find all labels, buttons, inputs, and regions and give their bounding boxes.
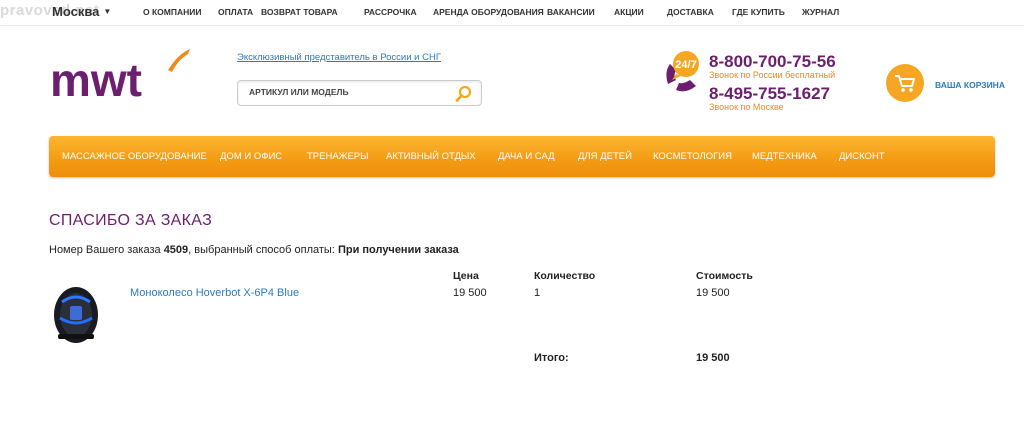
payment-method: При получении заказа bbox=[337, 244, 459, 256]
order-number: 4509 bbox=[163, 244, 189, 256]
nav-item-discount[interactable]: ДИСКОНТ bbox=[839, 151, 885, 162]
topnav-link-return[interactable]: ВОЗВРАТ ТОВАРА bbox=[261, 7, 338, 17]
nav-item-medtech[interactable]: МЕДТЕХНИКА bbox=[752, 151, 817, 162]
topnav-link-about[interactable]: О КОМПАНИИ bbox=[143, 7, 201, 17]
phone-moscow[interactable]: 8-495-755-1627 bbox=[709, 84, 830, 104]
topnav-link-rent[interactable]: АРЕНДА ОБОРУДОВАНИЯ bbox=[433, 7, 544, 17]
product-qty: 1 bbox=[534, 287, 541, 299]
topnav-link-payment[interactable]: ОПЛАТА bbox=[218, 7, 253, 17]
top-bar: pravoved.net Москва ▼ О КОМПАНИИ ОПЛАТА В… bbox=[0, 0, 1024, 26]
order-info-middle: , выбранный способ оплаты: bbox=[188, 244, 338, 256]
topnav-link-vacancies[interactable]: ВАКАНСИИ bbox=[547, 7, 595, 17]
product-link[interactable]: Моноколесо Hoverbot X-6P4 Blue bbox=[130, 287, 299, 299]
product-cost: 19 500 bbox=[696, 287, 730, 299]
city-selector[interactable]: Москва ▼ bbox=[52, 4, 111, 19]
nav-item-active-rest[interactable]: АКТИВНЫЙ ОТДЫХ bbox=[386, 151, 476, 162]
phone-russia-note: Звонок по России бесплатный bbox=[709, 70, 836, 80]
search-box bbox=[237, 80, 482, 106]
city-label: Москва bbox=[52, 4, 100, 19]
cart-button[interactable] bbox=[886, 64, 924, 102]
column-header-cost: Стоимость bbox=[696, 270, 753, 282]
nav-item-trainers[interactable]: ТРЕНАЖЕРЫ bbox=[307, 151, 369, 162]
nav-item-massage[interactable]: МАССАЖНОЕ ОБОРУДОВАНИЕ bbox=[62, 151, 207, 162]
phone-russia[interactable]: 8-800-700-75-56 bbox=[709, 52, 836, 72]
product-price: 19 500 bbox=[453, 287, 487, 299]
cart-icon bbox=[895, 75, 915, 92]
topnav-link-installment[interactable]: РАССРОЧКА bbox=[364, 7, 417, 17]
chevron-down-icon: ▼ bbox=[103, 7, 112, 16]
order-info-prefix: Номер Вашего заказа bbox=[49, 244, 164, 256]
phone-moscow-note: Звонок по Москве bbox=[709, 102, 784, 112]
column-header-price: Цена bbox=[453, 270, 479, 282]
page-title: СПАСИБО ЗА ЗАКАЗ bbox=[49, 212, 213, 229]
logo-text: mwt bbox=[50, 54, 142, 104]
topnav-link-promo[interactable]: АКЦИИ bbox=[614, 7, 644, 17]
topnav-link-delivery[interactable]: ДОСТАВКА bbox=[667, 7, 714, 17]
topnav-link-where-to-buy[interactable]: ГДЕ КУПИТЬ bbox=[732, 7, 785, 17]
total-value: 19 500 bbox=[696, 352, 730, 364]
badge-text: 24/7 bbox=[675, 59, 696, 71]
nav-item-dacha[interactable]: ДАЧА И САД bbox=[498, 151, 555, 162]
phone-24-7-icon: 24/7 bbox=[666, 51, 699, 92]
nav-item-kids[interactable]: ДЛЯ ДЕТЕЙ bbox=[578, 151, 632, 162]
main-nav: МАССАЖНОЕ ОБОРУДОВАНИЕ ДОМ И ОФИС ТРЕНАЖ… bbox=[49, 136, 995, 177]
topnav-link-journal[interactable]: ЖУРНАЛ bbox=[802, 7, 839, 17]
cart-label[interactable]: ВАША КОРЗИНА bbox=[935, 80, 1005, 90]
exclusive-representative-link[interactable]: Эксклюзивный представитель в России и СН… bbox=[237, 52, 441, 63]
nav-item-home-office[interactable]: ДОМ И ОФИС bbox=[220, 151, 282, 162]
column-header-qty: Количество bbox=[534, 270, 596, 282]
product-image[interactable] bbox=[50, 284, 102, 346]
mwt-logo[interactable]: mwt bbox=[50, 48, 195, 104]
order-info: Номер Вашего заказа 4509, выбранный спос… bbox=[49, 244, 459, 256]
search-icon[interactable] bbox=[455, 85, 473, 103]
nav-item-cosmetology[interactable]: КОСМЕТОЛОГИЯ bbox=[653, 151, 732, 162]
total-label: Итого: bbox=[534, 352, 569, 364]
search-input[interactable] bbox=[249, 87, 449, 97]
